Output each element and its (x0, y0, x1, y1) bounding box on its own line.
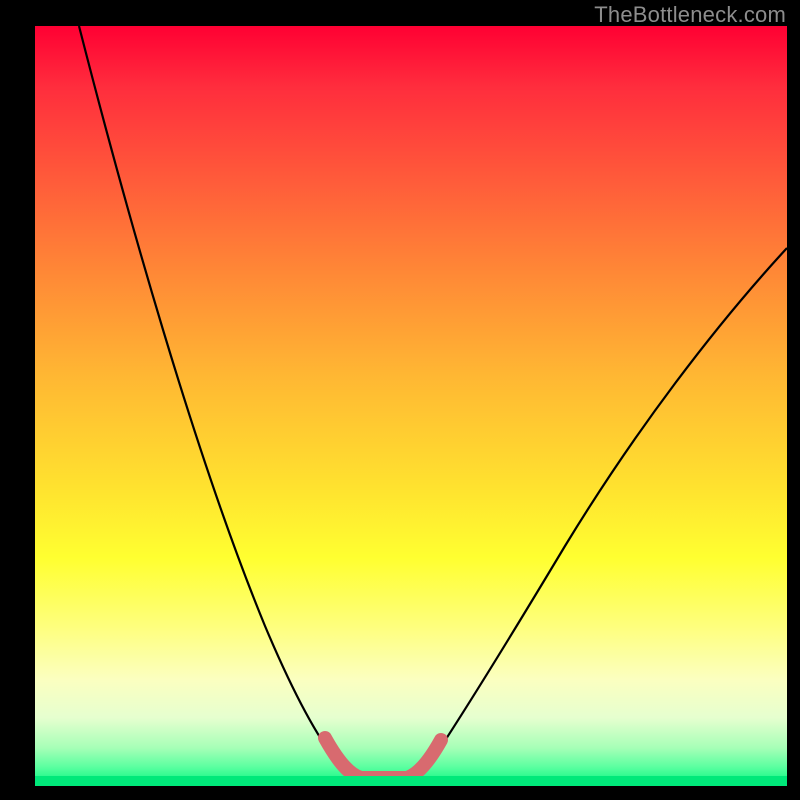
right-curve (427, 248, 787, 768)
watermark-text: TheBottleneck.com (594, 2, 786, 28)
chart-frame: TheBottleneck.com (0, 0, 800, 800)
curve-layer (35, 26, 787, 786)
bottom-red-band (325, 738, 441, 778)
plot-area (35, 26, 787, 786)
left-curve (79, 26, 342, 768)
